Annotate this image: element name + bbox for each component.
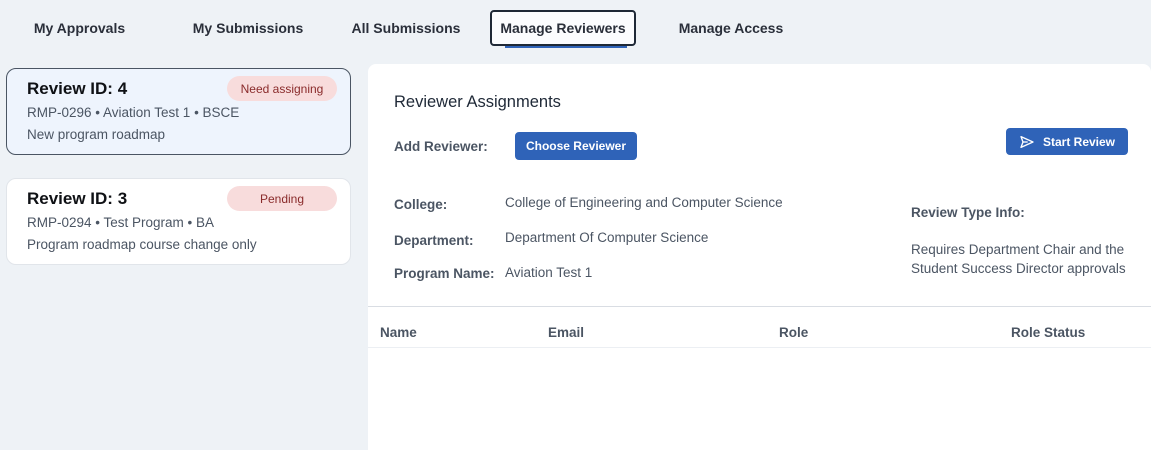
tab-manage-access[interactable]: Manage Access — [672, 10, 790, 46]
manage-reviewers-app: My Approvals My Submissions All Submissi… — [0, 0, 1151, 450]
status-badge: Pending — [227, 186, 337, 211]
department-label: Department: — [394, 233, 474, 248]
department-value: Department Of Computer Science — [505, 230, 709, 245]
send-icon — [1020, 135, 1034, 148]
reviewer-assignments-panel: Reviewer Assignments Add Reviewer: Choos… — [368, 64, 1151, 450]
column-header-name[interactable]: Name — [380, 325, 417, 340]
column-header-email[interactable]: Email — [548, 325, 584, 340]
program-name-label: Program Name: — [394, 266, 495, 281]
column-header-role-status[interactable]: Role Status — [1011, 325, 1085, 340]
review-card-type: Program roadmap course change only — [27, 237, 257, 252]
review-card-program: RMP-0296 • Aviation Test 1 • BSCE — [27, 105, 240, 120]
review-type-label: Review Type Info: — [911, 205, 1025, 220]
panel-title: Reviewer Assignments — [394, 93, 561, 111]
tab-all-submissions[interactable]: All Submissions — [347, 10, 465, 46]
tab-my-submissions[interactable]: My Submissions — [188, 10, 308, 46]
review-card-program: RMP-0294 • Test Program • BA — [27, 215, 215, 230]
start-review-label: Start Review — [1042, 134, 1116, 149]
college-label: College: — [394, 197, 448, 212]
review-type-line-2: Student Success Director approvals — [911, 261, 1126, 276]
tab-manage-reviewers[interactable]: Manage Reviewers — [490, 10, 636, 46]
main-tabs: My Approvals My Submissions All Submissi… — [0, 0, 1151, 60]
start-review-button[interactable]: Start Review — [1006, 128, 1128, 155]
active-tab-indicator — [505, 46, 627, 48]
review-card-title: Review ID: 4 — [27, 79, 128, 98]
choose-reviewer-button[interactable]: Choose Reviewer — [515, 132, 637, 160]
tab-my-approvals[interactable]: My Approvals — [22, 10, 137, 46]
status-badge: Need assigning — [227, 76, 337, 101]
review-card-4[interactable]: Review ID: 4 Need assigning RMP-0296 • A… — [6, 68, 351, 155]
add-reviewer-label: Add Reviewer: — [394, 139, 488, 154]
college-value: College of Engineering and Computer Scie… — [505, 195, 783, 210]
section-divider — [368, 306, 1151, 307]
review-card-type: New program roadmap — [27, 127, 166, 142]
review-card-title: Review ID: 3 — [27, 189, 128, 208]
review-type-line-1: Requires Department Chair and the — [911, 242, 1125, 257]
program-name-value: Aviation Test 1 — [505, 265, 593, 280]
table-header-border — [368, 347, 1151, 348]
review-card-3[interactable]: Review ID: 3 Pending RMP-0294 • Test Pro… — [6, 178, 351, 265]
column-header-role[interactable]: Role — [779, 325, 808, 340]
